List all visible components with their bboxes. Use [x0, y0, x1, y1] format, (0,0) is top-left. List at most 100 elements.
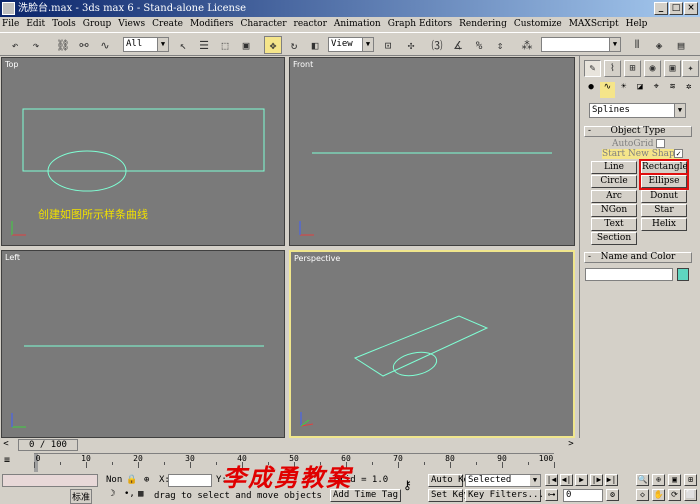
undo-icon[interactable]: ↶ [6, 36, 24, 54]
circle-button[interactable]: Circle [591, 175, 637, 188]
redo-icon[interactable]: ↷ [27, 36, 45, 54]
viewport-left[interactable]: Left [1, 250, 285, 438]
key-mode-toggle-icon[interactable]: ⊶ [545, 489, 558, 501]
create-tab-icon[interactable]: ✎ [584, 60, 601, 77]
zoom-extents-all-icon[interactable]: ⊞ [684, 474, 697, 486]
ime-keyboard-icon[interactable]: ▦ [138, 489, 143, 499]
cameras-icon[interactable]: ◪ [633, 82, 647, 98]
menu-graph-editors[interactable]: Graph Editors [388, 17, 452, 32]
arc-rotate-icon[interactable]: ⟳ [668, 489, 681, 501]
name-and-color-header[interactable]: - Name and Color [584, 252, 692, 263]
pivot-center-icon[interactable]: ⊡ [379, 36, 397, 54]
next-frame-icon[interactable]: > [565, 439, 577, 451]
ellipse-button[interactable]: Ellipse [639, 173, 689, 190]
select-by-name-icon[interactable]: ☰ [195, 36, 213, 54]
object-name-input[interactable] [585, 268, 673, 281]
time-slider-track[interactable] [0, 438, 579, 452]
motion-tab-icon[interactable]: ◉ [644, 60, 661, 77]
align-icon[interactable]: ◈ [650, 36, 668, 54]
angle-snap-icon[interactable]: ∡ [449, 36, 467, 54]
pan-icon[interactable]: ✋ [652, 489, 665, 501]
select-and-rotate-icon[interactable]: ↻ [285, 36, 303, 54]
go-to-start-icon[interactable]: |◀ [545, 474, 558, 486]
close-button[interactable]: × [684, 2, 698, 15]
time-configuration-icon[interactable]: ⚙ [606, 489, 619, 501]
menu-maxscript[interactable]: MAXScript [569, 17, 619, 32]
zoom-extents-icon[interactable]: ▣ [668, 474, 681, 486]
viewport-front[interactable]: Front [289, 57, 575, 246]
selection-filter-dropdown[interactable]: All ▼ [123, 37, 169, 52]
menu-group[interactable]: Group [83, 17, 111, 32]
menu-views[interactable]: Views [118, 17, 145, 32]
hierarchy-tab-icon[interactable]: ⊞ [624, 60, 641, 77]
rectangle-spline-perspective[interactable] [353, 315, 489, 377]
menu-edit[interactable]: Edit [26, 17, 45, 32]
select-object-icon[interactable]: ↖ [174, 36, 192, 54]
space-warps-icon[interactable]: ≋ [665, 82, 679, 98]
helpers-icon[interactable]: ⌖ [649, 82, 663, 98]
ime-indicator[interactable]: 标准 [70, 489, 93, 504]
named-selection-sets-dropdown[interactable]: ▼ [541, 37, 621, 52]
bind-space-warp-icon[interactable]: ∿ [96, 36, 114, 54]
next-frame-button-icon[interactable]: |▶ [590, 474, 603, 486]
named-selection-icon[interactable]: ⁂ [518, 36, 536, 54]
display-tab-icon[interactable]: ▣ [664, 60, 681, 77]
select-and-scale-icon[interactable]: ◧ [306, 36, 324, 54]
x-coord-input[interactable] [168, 474, 212, 487]
window-crossing-icon[interactable]: ▣ [237, 36, 255, 54]
category-dropdown[interactable]: Splines ▼ [589, 103, 686, 118]
line-button[interactable]: Line [591, 161, 637, 174]
selection-region-icon[interactable]: ⬚ [216, 36, 234, 54]
key-filters-button[interactable]: Key Filters... [465, 489, 544, 502]
zoom-icon[interactable]: 🔍 [636, 474, 649, 486]
section-button[interactable]: Section [591, 232, 637, 245]
menu-create[interactable]: Create [152, 17, 183, 32]
mirror-icon[interactable]: ⫴ [628, 36, 646, 54]
star-button[interactable]: Star [641, 204, 687, 217]
minimize-button[interactable]: _ [654, 2, 668, 15]
current-frame-input[interactable]: 0 [563, 489, 603, 502]
time-slider-thumb[interactable]: 0 / 100 [18, 439, 78, 451]
systems-icon[interactable]: ✲ [682, 82, 696, 98]
ngon-button[interactable]: NGon [591, 204, 637, 217]
menu-modifiers[interactable]: Modifiers [190, 17, 234, 32]
start-new-shape-checkbox[interactable]: ✓ [674, 149, 683, 158]
select-manipulate-icon[interactable]: ✣ [402, 36, 420, 54]
layer-manager-icon[interactable]: ▤ [672, 36, 690, 54]
lock-selection-icon[interactable]: 🔒 [126, 475, 137, 485]
geometry-icon[interactable]: ● [584, 82, 598, 98]
maximize-viewport-icon[interactable]: ⬜ [684, 489, 697, 501]
lights-icon[interactable]: ☀ [617, 82, 631, 98]
viewport-top[interactable]: Top 创建如图所示样条曲线 [1, 57, 285, 246]
menu-customize[interactable]: Customize [514, 17, 562, 32]
reference-coordinate-dropdown[interactable]: View ▼ [328, 37, 374, 52]
select-link-icon[interactable]: ⛓ [54, 36, 72, 54]
snap-toggle-icon[interactable]: ⑶ [428, 36, 446, 54]
menu-character[interactable]: Character [241, 17, 287, 32]
field-of-view-icon[interactable]: ◇ [636, 489, 649, 501]
unlink-icon[interactable]: ⚯ [75, 36, 93, 54]
donut-button[interactable]: Donut [641, 190, 687, 203]
arc-button[interactable]: Arc [591, 190, 637, 203]
zoom-all-icon[interactable]: ⊕ [652, 474, 665, 486]
percent-snap-icon[interactable]: % [470, 36, 488, 54]
spinner-snap-icon[interactable]: ⇕ [491, 36, 509, 54]
key-mode-dropdown[interactable]: Selected ▼ [465, 474, 541, 487]
ime-moon-icon[interactable]: ☽ [110, 489, 115, 499]
helix-button[interactable]: Helix [641, 218, 687, 231]
object-color-swatch[interactable] [677, 268, 689, 281]
go-to-end-icon[interactable]: ▶| [605, 474, 618, 486]
menu-reactor[interactable]: reactor [294, 17, 327, 32]
previous-frame-icon[interactable]: ◀| [560, 474, 573, 486]
prev-frame-icon[interactable]: < [0, 439, 12, 451]
modify-tab-icon[interactable]: ⌇ [604, 60, 621, 77]
autogrid-checkbox[interactable] [656, 139, 665, 148]
shapes-icon[interactable]: ∿ [600, 82, 615, 98]
play-icon[interactable]: ▶ [575, 474, 588, 486]
auto-key-button[interactable]: Auto Key [428, 474, 474, 487]
menu-file[interactable]: File [2, 17, 19, 32]
menu-animation[interactable]: Animation [334, 17, 381, 32]
viewport-perspective[interactable]: Perspective [289, 250, 575, 438]
rectangle-button[interactable]: Rectangle [639, 159, 689, 176]
menu-rendering[interactable]: Rendering [459, 17, 507, 32]
